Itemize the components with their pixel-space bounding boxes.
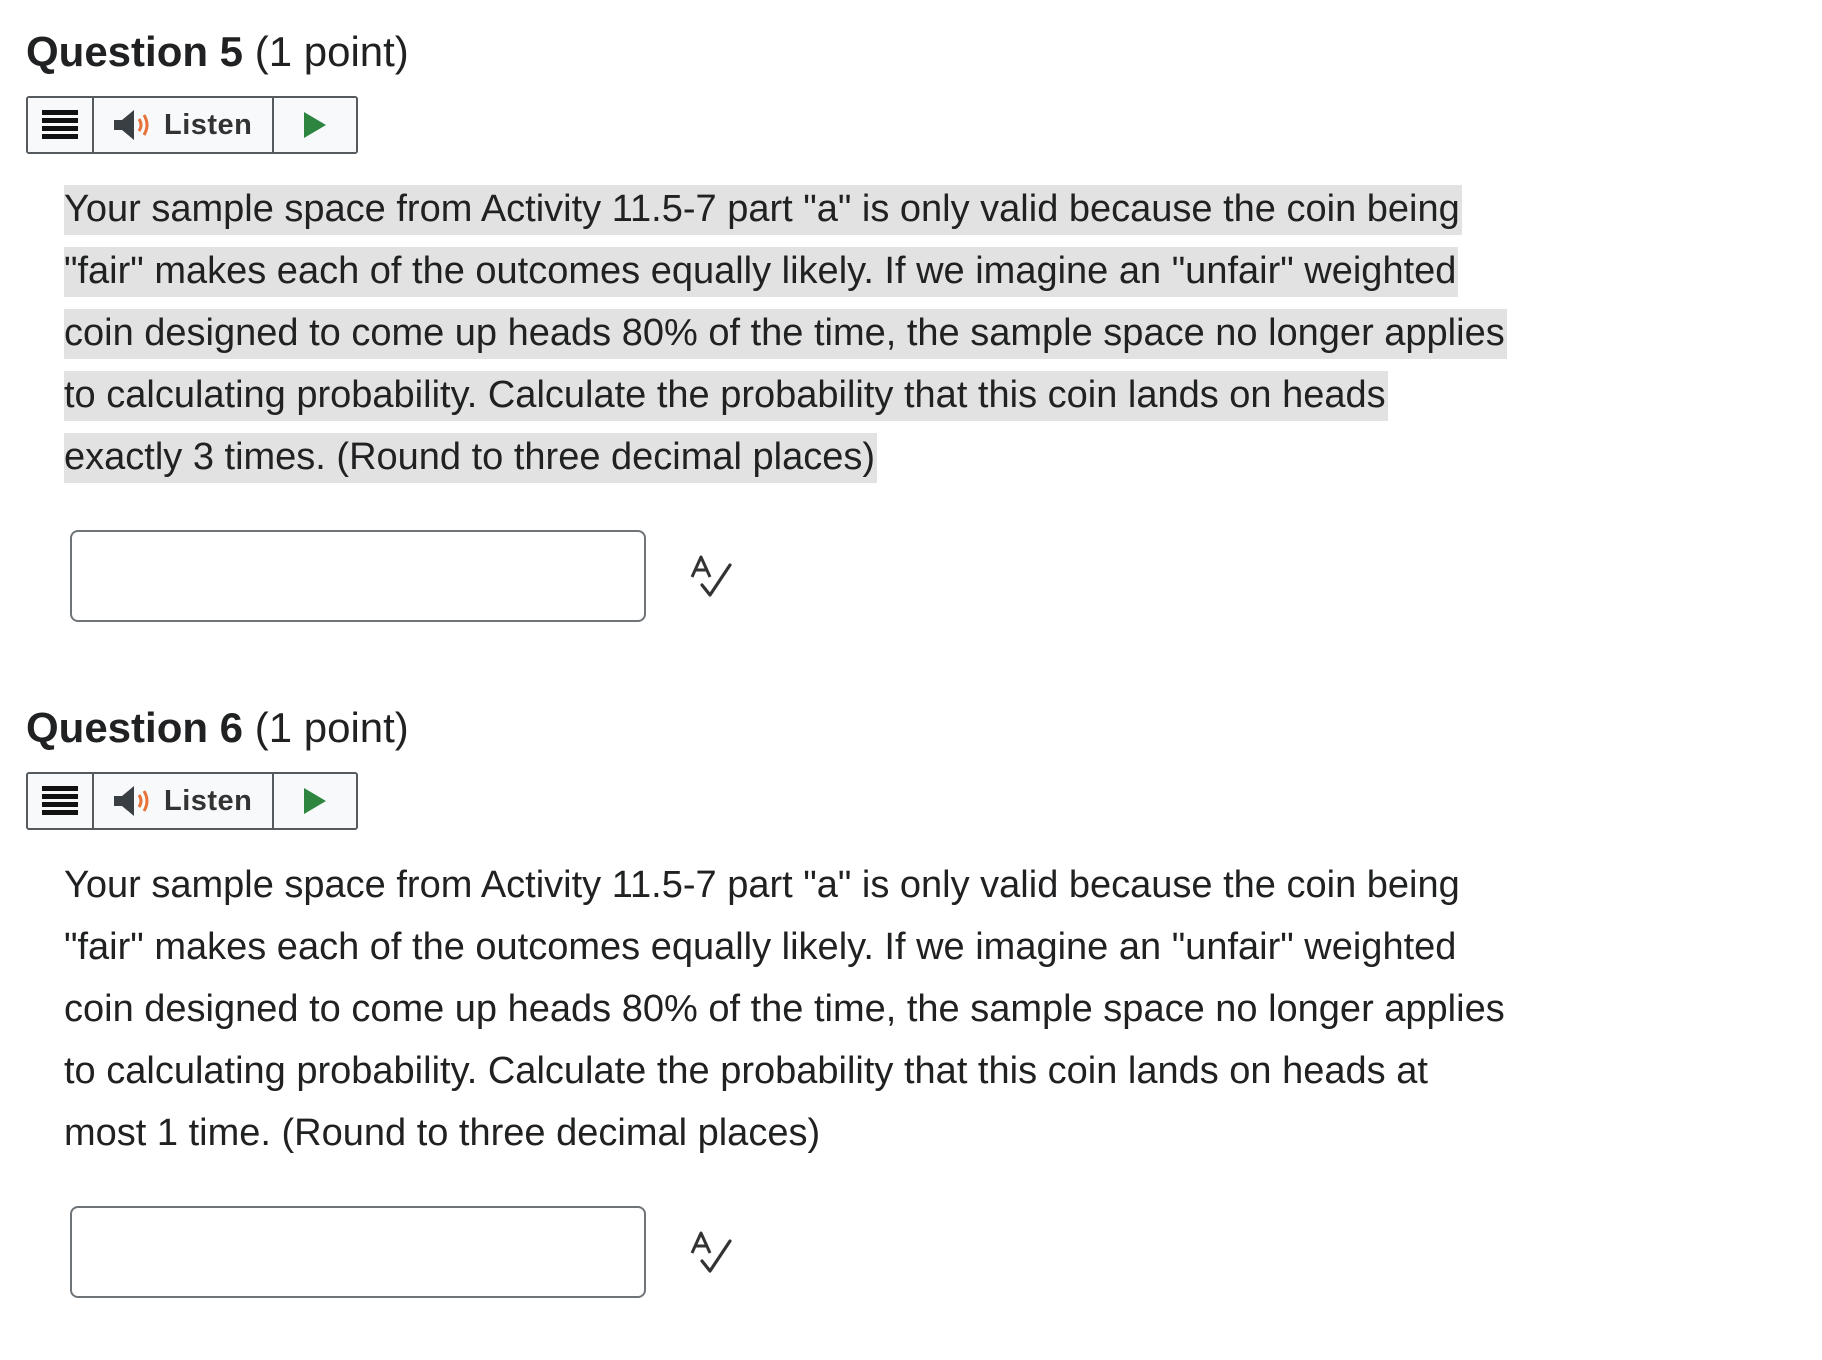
prompt-line-text: coin designed to come up heads 80% of th…	[64, 988, 1505, 1030]
spell-check-icon[interactable]	[688, 1229, 734, 1275]
listen-button[interactable]: Listen	[94, 98, 274, 152]
listen-button[interactable]: Listen	[94, 774, 274, 828]
answer-input[interactable]	[70, 530, 646, 622]
toolbar-menu-button[interactable]	[28, 98, 94, 152]
prompt-line: coin designed to come up heads 80% of th…	[64, 302, 1764, 364]
toolbar-menu-button[interactable]	[28, 774, 94, 828]
question-title: Question 5	[26, 28, 244, 75]
listen-toolbar: Listen	[26, 96, 358, 154]
play-icon	[304, 112, 326, 138]
play-button[interactable]	[274, 98, 356, 152]
prompt-line-text: "fair" makes each of the outcomes equall…	[64, 926, 1457, 968]
question-6: Question 6 (1 point) Listen Your sample …	[26, 700, 1786, 1298]
prompt-line-text: most 1 time. (Round to three decimal pla…	[64, 1112, 821, 1154]
prompt-line-text: "fair" makes each of the outcomes equall…	[64, 247, 1459, 297]
prompt-line-text: coin designed to come up heads 80% of th…	[64, 309, 1507, 359]
spell-check-icon[interactable]	[688, 553, 734, 599]
prompt-line-text: to calculating probability. Calculate th…	[64, 371, 1388, 421]
question-prompt: Your sample space from Activity 11.5-7 p…	[64, 178, 1764, 488]
menu-icon	[42, 786, 78, 815]
question-title: Question 6	[26, 704, 244, 751]
play-icon	[304, 788, 326, 814]
prompt-line-text: Your sample space from Activity 11.5-7 p…	[64, 864, 1460, 906]
menu-icon	[42, 110, 78, 139]
question-heading: Question 5 (1 point)	[26, 24, 1786, 80]
prompt-line: coin designed to come up heads 80% of th…	[64, 978, 1764, 1040]
answer-row	[70, 530, 1786, 622]
question-heading: Question 6 (1 point)	[26, 700, 1786, 756]
prompt-line: to calculating probability. Calculate th…	[64, 364, 1764, 426]
prompt-line: most 1 time. (Round to three decimal pla…	[64, 1102, 1764, 1164]
prompt-line: "fair" makes each of the outcomes equall…	[64, 240, 1764, 302]
prompt-line-text: Your sample space from Activity 11.5-7 p…	[64, 185, 1462, 235]
question-points: (1 point)	[254, 28, 409, 75]
listen-toolbar: Listen	[26, 772, 358, 830]
question-prompt: Your sample space from Activity 11.5-7 p…	[64, 854, 1764, 1164]
listen-label: Listen	[164, 108, 253, 141]
answer-row	[70, 1206, 1786, 1298]
question-points: (1 point)	[254, 704, 409, 751]
prompt-line: "fair" makes each of the outcomes equall…	[64, 916, 1764, 978]
prompt-line-text: to calculating probability. Calculate th…	[64, 1050, 1428, 1092]
prompt-line: Your sample space from Activity 11.5-7 p…	[64, 854, 1764, 916]
speaker-icon	[114, 110, 149, 140]
answer-input[interactable]	[70, 1206, 646, 1298]
question-5: Question 5 (1 point) Listen Your sample …	[26, 24, 1786, 622]
prompt-line-text: exactly 3 times. (Round to three decimal…	[64, 433, 878, 483]
listen-label: Listen	[164, 784, 253, 817]
play-button[interactable]	[274, 774, 356, 828]
speaker-icon	[114, 786, 149, 816]
prompt-line: to calculating probability. Calculate th…	[64, 1040, 1764, 1102]
prompt-line: exactly 3 times. (Round to three decimal…	[64, 426, 1764, 488]
prompt-line: Your sample space from Activity 11.5-7 p…	[64, 178, 1764, 240]
